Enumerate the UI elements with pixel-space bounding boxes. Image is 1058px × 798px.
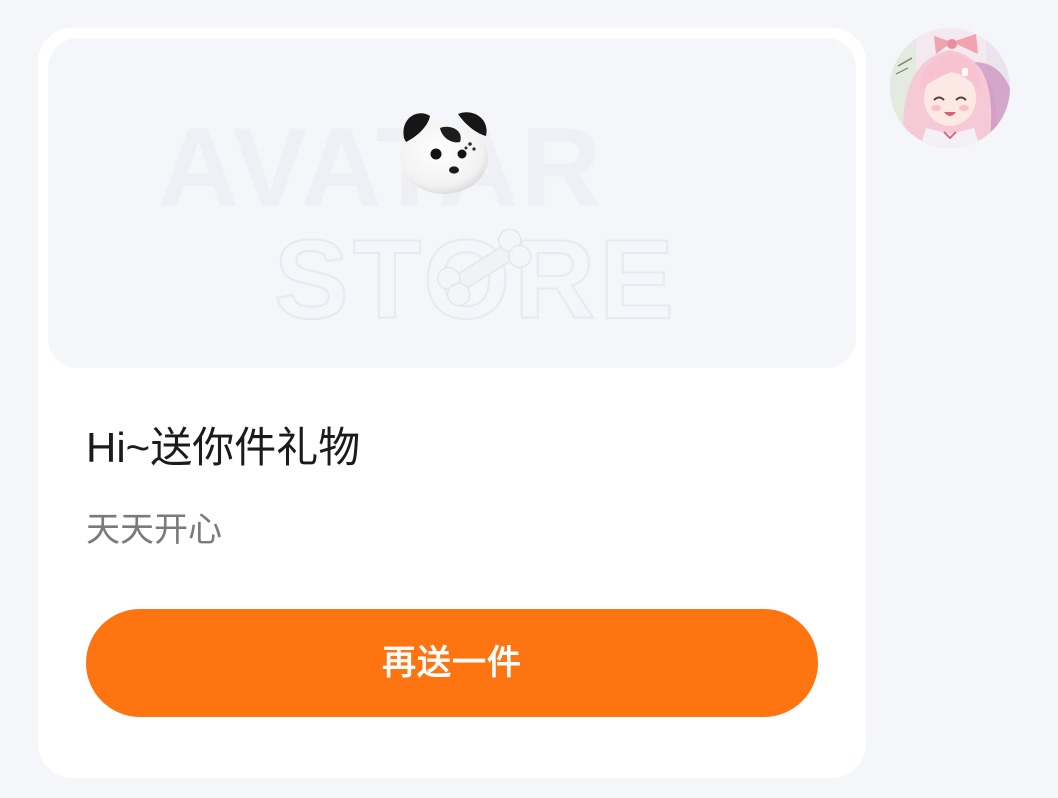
user-avatar[interactable] bbox=[890, 28, 1010, 148]
gift-message-title: Hi~送你件礼物 bbox=[86, 424, 361, 471]
dog-head-icon bbox=[400, 112, 488, 194]
anime-girl-avatar-icon bbox=[890, 28, 1010, 148]
watermark-avatar-text: AVATAR bbox=[158, 105, 603, 230]
gift-message-card: AVATAR STORE bbox=[38, 28, 866, 778]
gift-message-subtitle: 天天开心 bbox=[86, 511, 222, 549]
send-again-button[interactable]: 再送一件 bbox=[86, 609, 818, 717]
bone-icon bbox=[437, 228, 532, 307]
store-watermark: AVATAR STORE bbox=[158, 105, 675, 343]
gift-banner: AVATAR STORE bbox=[48, 38, 856, 368]
